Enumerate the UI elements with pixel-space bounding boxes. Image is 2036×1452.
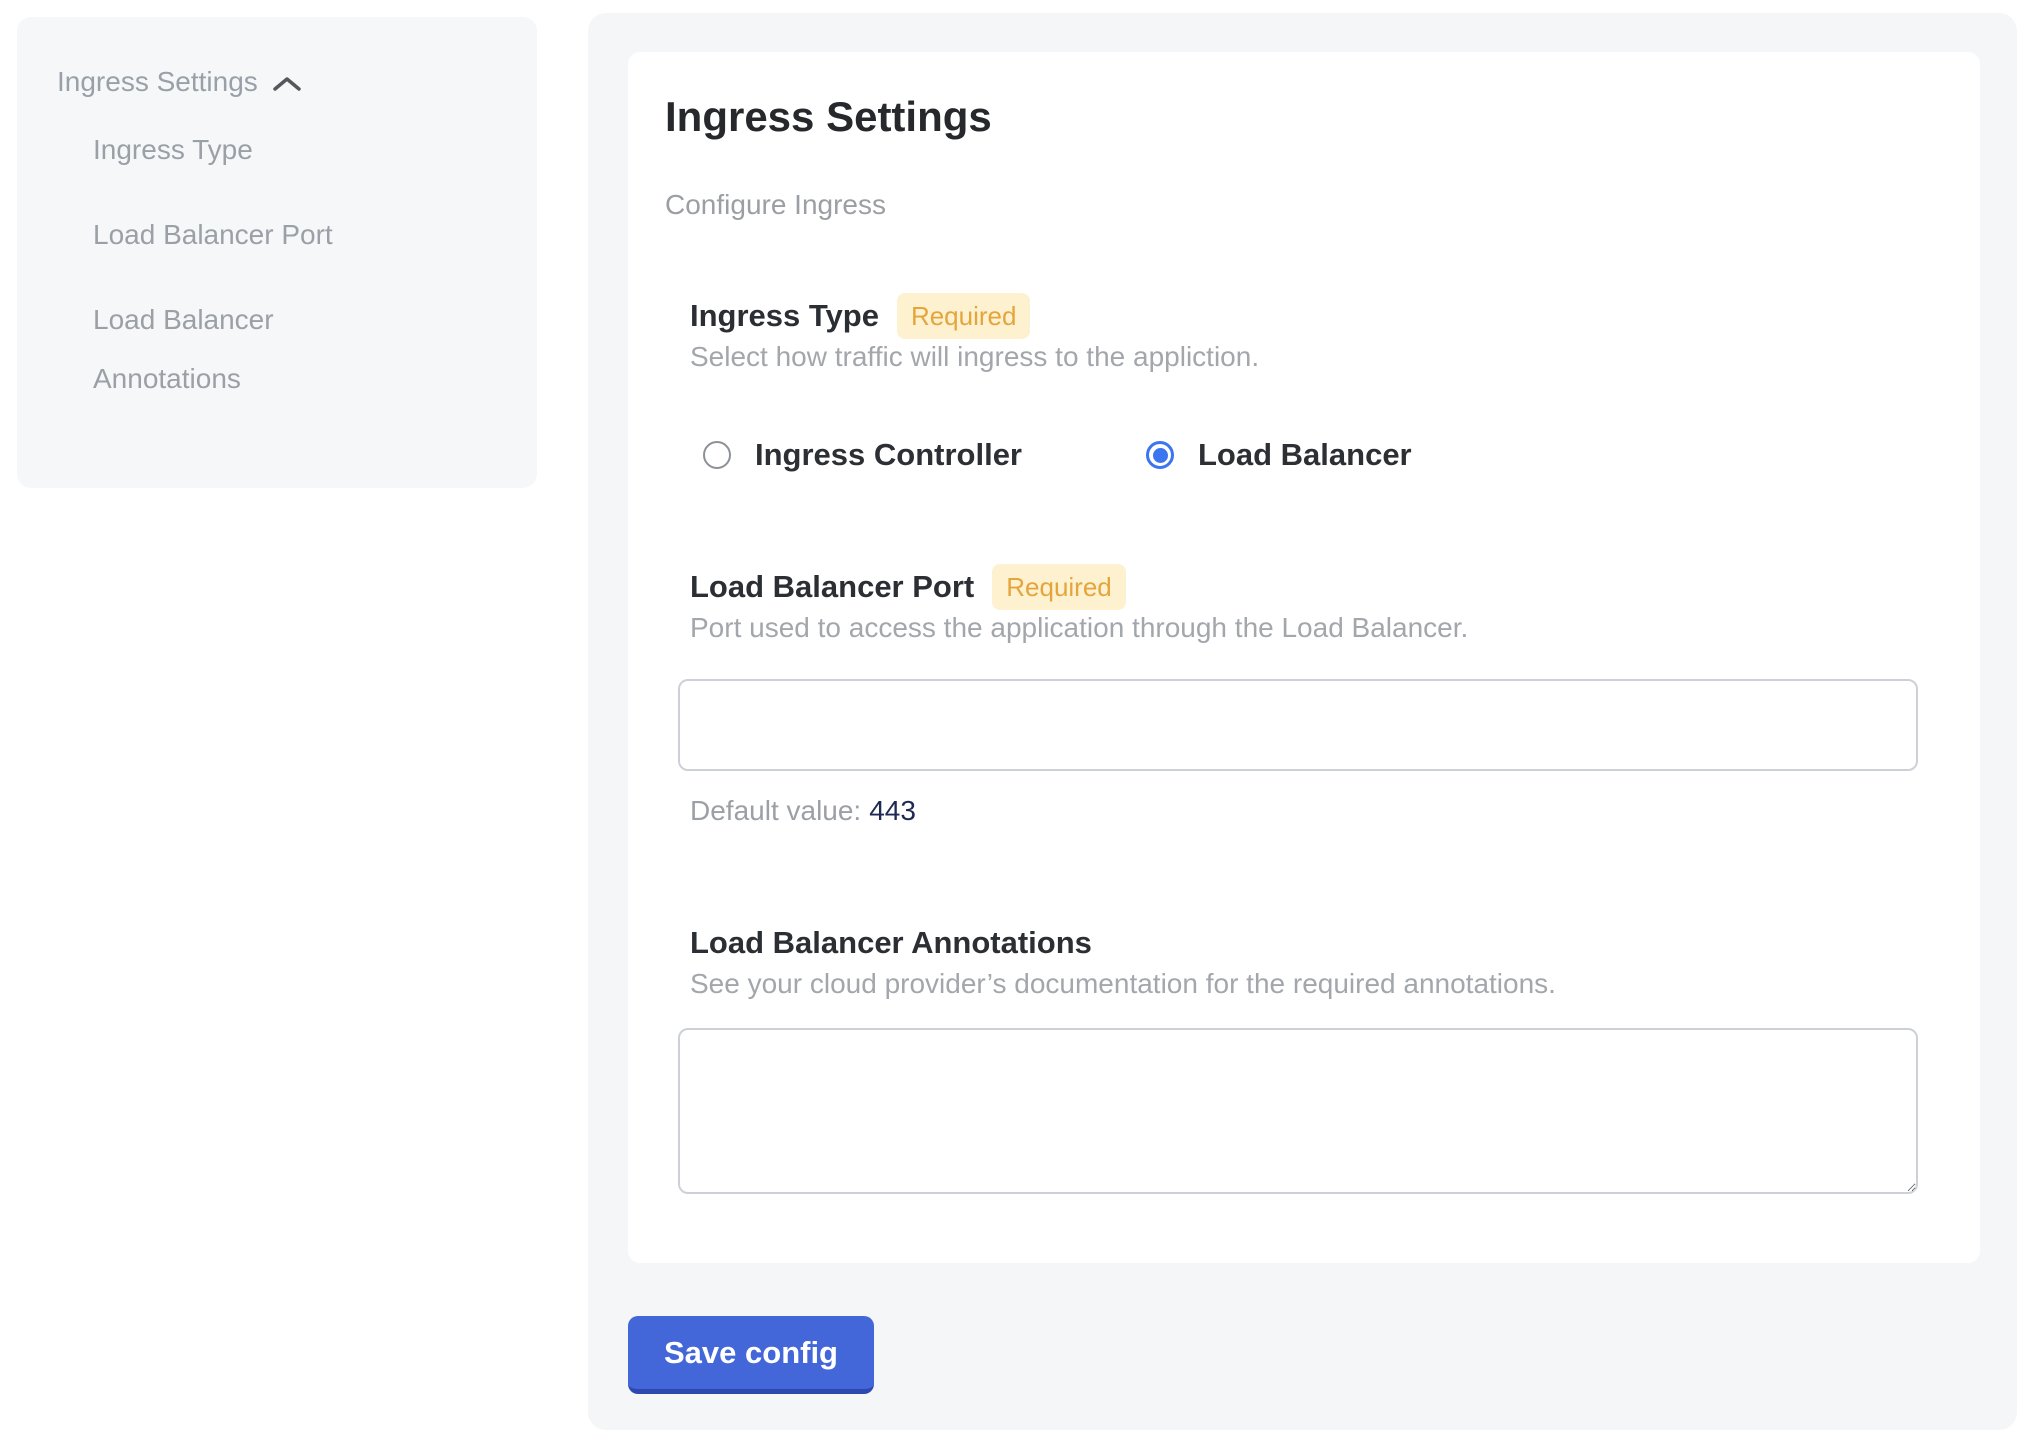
default-value-label: Default value: (690, 795, 861, 826)
page-title: Ingress Settings (665, 92, 1930, 142)
required-badge: Required (897, 293, 1031, 339)
radio-option-ingress-controller[interactable]: Ingress Controller (703, 437, 1022, 473)
sidebar-group-label: Ingress Settings (57, 62, 258, 102)
sidebar-item-ingress-type[interactable]: Ingress Type (57, 120, 377, 179)
radio-option-load-balancer[interactable]: Load Balancer (1146, 437, 1412, 473)
required-badge: Required (992, 564, 1126, 610)
load-balancer-port-label: Load Balancer Port (690, 569, 974, 605)
load-balancer-annotations-label: Load Balancer Annotations (690, 925, 1092, 961)
load-balancer-port-input[interactable] (678, 679, 1918, 771)
main-panel: Ingress Settings Configure Ingress Ingre… (588, 13, 2017, 1430)
default-value: 443 (869, 795, 916, 826)
chevron-up-icon (272, 75, 302, 93)
sidebar-nav-list: Ingress Type Load Balancer Port Load Bal… (57, 120, 497, 408)
settings-nav-sidebar: Ingress Settings Ingress Type Load Balan… (17, 17, 537, 488)
page-subtitle: Configure Ingress (665, 190, 1930, 220)
sidebar-group-ingress-settings[interactable]: Ingress Settings (57, 62, 497, 102)
ingress-type-radio-group: Ingress Controller Load Balancer (690, 437, 1930, 473)
radio-label-load-balancer: Load Balancer (1198, 437, 1412, 473)
section-load-balancer-annotations: Load Balancer Annotations See your cloud… (690, 919, 1930, 1194)
radio-button-ingress-controller[interactable] (703, 441, 731, 469)
ingress-type-label: Ingress Type (690, 298, 879, 334)
sidebar-item-load-balancer-port[interactable]: Load Balancer Port (57, 205, 377, 264)
radio-label-ingress-controller: Ingress Controller (755, 437, 1022, 473)
save-config-button[interactable]: Save config (628, 1316, 874, 1394)
load-balancer-annotations-description: See your cloud provider’s documentation … (690, 968, 1930, 1000)
section-load-balancer-port: Load Balancer Port Required Port used to… (690, 563, 1930, 827)
ingress-type-description: Select how traffic will ingress to the a… (690, 341, 1930, 373)
default-value-row: Default value: 443 (690, 795, 1930, 827)
radio-button-load-balancer[interactable] (1146, 441, 1174, 469)
load-balancer-port-description: Port used to access the application thro… (690, 612, 1930, 644)
sidebar-item-load-balancer-annotations[interactable]: Load Balancer Annotations (57, 290, 377, 408)
load-balancer-annotations-textarea[interactable] (678, 1028, 1918, 1194)
ingress-settings-card: Ingress Settings Configure Ingress Ingre… (628, 52, 1980, 1263)
section-ingress-type: Ingress Type Required Select how traffic… (690, 292, 1930, 473)
